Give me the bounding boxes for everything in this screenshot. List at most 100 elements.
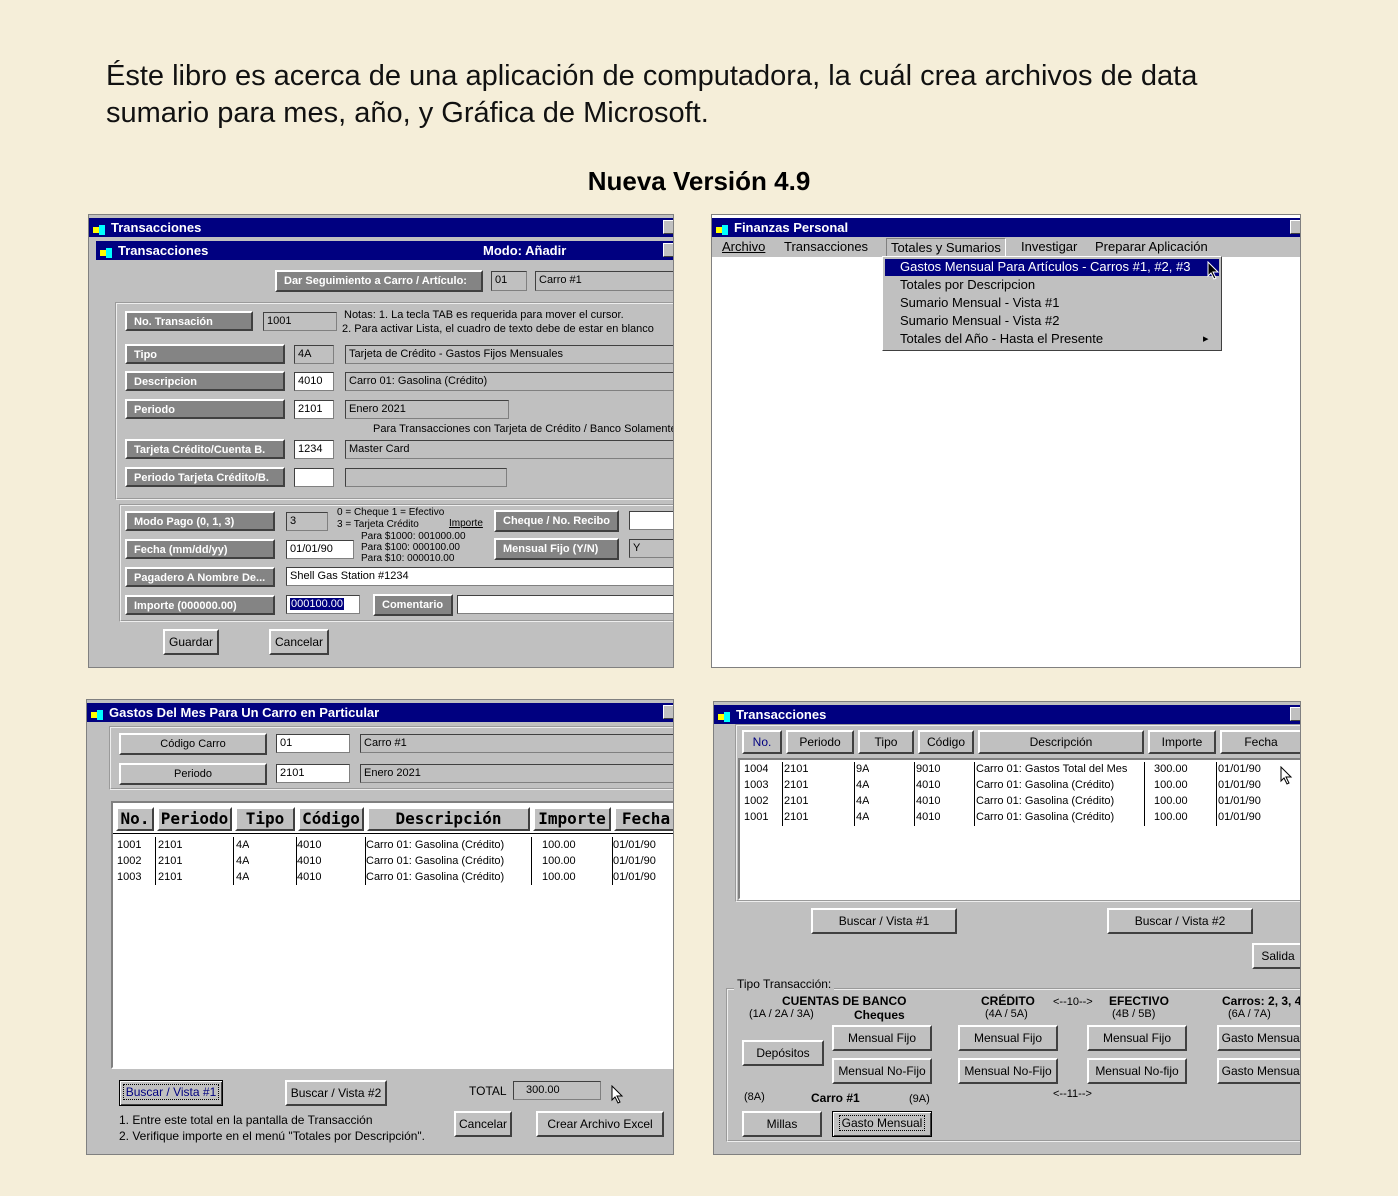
table-row[interactable]: 1001 2101 4A 4010 Carro 01: Gasolina (Cr… (113, 839, 673, 855)
cell-tipo: 4A (236, 855, 250, 867)
cell-importe: 100.00 (542, 839, 576, 851)
close-box-icon[interactable] (1290, 220, 1300, 234)
menu-investigar[interactable]: Investigar (1021, 239, 1077, 255)
dropdown-sumario-vista-1[interactable]: Sumario Mensual - Vista #1 (900, 295, 1059, 311)
col-header-descripcion[interactable]: Descripción (367, 807, 530, 831)
pagadero-field[interactable]: Shell Gas Station #1234 (286, 567, 673, 586)
transacciones-table[interactable]: 1004 2101 9A 9010 Carro 01: Gastos Total… (738, 758, 1300, 900)
table-row[interactable]: 1003 2101 4A 4010 Carro 01: Gasolina (Cr… (740, 779, 1300, 795)
cell-fecha: 01/01/90 (1218, 795, 1261, 807)
buscar-vista-2-button[interactable]: Buscar / Vista #2 (285, 1080, 387, 1106)
mensual-fijo-field[interactable]: Y (629, 539, 673, 558)
crear-excel-button[interactable]: Crear Archivo Excel (536, 1111, 664, 1137)
no-transaccion-label: No. Transación (125, 311, 253, 331)
buscar-vista-1-label: Buscar / Vista #1 (122, 1084, 220, 1100)
dropdown-gastos-mensual-carros[interactable]: Gastos Mensual Para Artículos - Carros #… (885, 259, 1219, 276)
periodo-code-field[interactable]: 2101 (294, 400, 334, 419)
menu-totales-sumarios[interactable]: Totales y Sumarios (886, 238, 1006, 258)
w4-buscar-vista-2-button[interactable]: Buscar / Vista #2 (1107, 908, 1253, 934)
col-header-codigo[interactable]: Código (298, 807, 364, 831)
fecha-field[interactable]: 01/01/90 (286, 540, 354, 559)
cell-tipo: 4A (236, 839, 250, 851)
gastos-cancelar-button[interactable]: Cancelar (454, 1111, 512, 1137)
carros-gasto-mensual-button-1[interactable]: Gasto Mensual (1217, 1025, 1300, 1051)
periodo-field[interactable]: 2101 (276, 764, 350, 783)
table-row[interactable]: 1004 2101 9A 9010 Carro 01: Gastos Total… (740, 763, 1300, 779)
cell-no: 1001 (744, 811, 769, 823)
cheques-mensual-fijo-button[interactable]: Mensual Fijo (832, 1025, 932, 1051)
table-row[interactable]: 1001 2101 4A 4010 Carro 01: Gasolina (Cr… (740, 811, 1300, 827)
carros-gasto-mensual-button-2[interactable]: Gasto Mensual (1217, 1058, 1300, 1084)
cheques-mensual-nofijo-button[interactable]: Mensual No-Fijo (832, 1058, 932, 1084)
buscar-vista-1-button[interactable]: Buscar / Vista #1 (119, 1080, 223, 1106)
cell-descripcion: Carro 01: Gasolina (Crédito) (366, 855, 505, 867)
dropdown-sumario-vista-2[interactable]: Sumario Mensual - Vista #2 (900, 313, 1059, 329)
descripcion-code-field[interactable]: 4010 (294, 372, 334, 391)
cell-periodo: 2101 (158, 871, 183, 883)
col-header-fecha[interactable]: Fecha (614, 807, 673, 831)
seguimiento-code-field[interactable]: 01 (491, 271, 527, 291)
close-box-icon[interactable] (1290, 707, 1300, 721)
finanzas-title: Finanzas Personal (734, 220, 849, 235)
menu-transacciones[interactable]: Transacciones (784, 239, 868, 255)
col-header-periodo[interactable]: Periodo (786, 730, 854, 754)
salida-button[interactable]: Salida (1252, 943, 1300, 969)
gastos-table[interactable]: No. Periodo Tipo Código Descripción Impo… (111, 801, 673, 1069)
close-box-icon[interactable] (663, 220, 673, 234)
col-header-no[interactable]: No. (116, 807, 154, 831)
cell-periodo: 2101 (784, 779, 809, 791)
tipo-code-field[interactable]: 4A (294, 345, 334, 364)
col-header-importe[interactable]: Importe (1148, 730, 1216, 754)
transacciones-list-window: Transacciones No. Periodo Tipo Código De… (713, 701, 1301, 1155)
menu-preparar-aplicacion[interactable]: Preparar Aplicación (1095, 239, 1208, 255)
cell-fecha: 01/01/90 (1218, 779, 1261, 791)
seguimiento-button[interactable]: Dar Seguimiento a Carro / Artículo: (275, 270, 483, 292)
modo-note-2: 3 = Tarjeta Crédito (337, 519, 419, 530)
comentario-field[interactable] (457, 595, 673, 614)
table-row[interactable]: 1002 2101 4A 4010 Carro 01: Gasolina (Cr… (740, 795, 1300, 811)
cheque-field[interactable] (629, 511, 673, 530)
cell-codigo: 4010 (916, 811, 941, 823)
millas-button[interactable]: Millas (742, 1111, 822, 1137)
arrow-11: <--11--> (1053, 1088, 1092, 1100)
guardar-button[interactable]: Guardar (163, 629, 219, 655)
col-header-importe[interactable]: Importe (533, 807, 611, 831)
w4-buscar-vista-1-button[interactable]: Buscar / Vista #1 (811, 908, 957, 934)
table-row[interactable]: 1003 2101 4A 4010 Carro 01: Gasolina (Cr… (113, 871, 673, 887)
col-header-tipo[interactable]: Tipo (858, 730, 914, 754)
dropdown-totales-ano[interactable]: Totales del Año - Hasta el Presente (900, 331, 1103, 347)
importe-field[interactable]: 000100.00 (286, 595, 360, 614)
importe-link[interactable]: Importe (449, 518, 483, 529)
col-header-no[interactable]: No. (742, 730, 782, 754)
gasto-mensual-button[interactable]: Gasto Mensual (832, 1111, 932, 1137)
efectivo-mensual-nofijo-button[interactable]: Mensual No-fijo (1087, 1058, 1187, 1084)
menu-bar: Archivo Transacciones Totales y Sumarios… (712, 237, 1300, 258)
intro-line-1: Éste libro es acerca de una aplicación d… (106, 60, 1198, 92)
col-header-codigo[interactable]: Código (918, 730, 974, 754)
col-header-periodo[interactable]: Periodo (157, 807, 232, 831)
close-box-icon[interactable] (663, 705, 673, 719)
col-header-fecha[interactable]: Fecha (1220, 730, 1300, 754)
close-box-icon[interactable] (663, 243, 673, 257)
efectivo-mensual-fijo-button[interactable]: Mensual Fijo (1087, 1025, 1187, 1051)
cell-codigo: 4010 (916, 795, 941, 807)
tarjeta-code-field[interactable]: 1234 (294, 440, 334, 459)
dropdown-totales-descripcion[interactable]: Totales por Descripcion (900, 277, 1035, 293)
codigo-carro-button[interactable]: Código Carro (119, 733, 267, 755)
cell-periodo: 2101 (158, 855, 183, 867)
codigo-carro-field[interactable]: 01 (276, 734, 350, 753)
menu-archivo[interactable]: Archivo (722, 239, 765, 255)
para-100: Para $100: 000100.00 (361, 542, 460, 553)
modo-pago-field[interactable]: 3 (286, 512, 328, 531)
credito-mensual-nofijo-button[interactable]: Mensual No-Fijo (958, 1058, 1058, 1084)
cheques-heading: Cheques (854, 1008, 905, 1022)
depositos-button[interactable]: Depósitos (742, 1040, 824, 1066)
periodo-tarjeta-code-field[interactable] (294, 468, 334, 487)
cancelar-button[interactable]: Cancelar (269, 629, 329, 655)
table-row[interactable]: 1002 2101 4A 4010 Carro 01: Gasolina (Cr… (113, 855, 673, 871)
periodo-button[interactable]: Periodo (119, 763, 267, 785)
tarjeta-value-field: Master Card (345, 440, 673, 459)
col-header-descripcion[interactable]: Descripción (978, 730, 1144, 754)
credito-mensual-fijo-button[interactable]: Mensual Fijo (958, 1025, 1058, 1051)
col-header-tipo[interactable]: Tipo (235, 807, 295, 831)
